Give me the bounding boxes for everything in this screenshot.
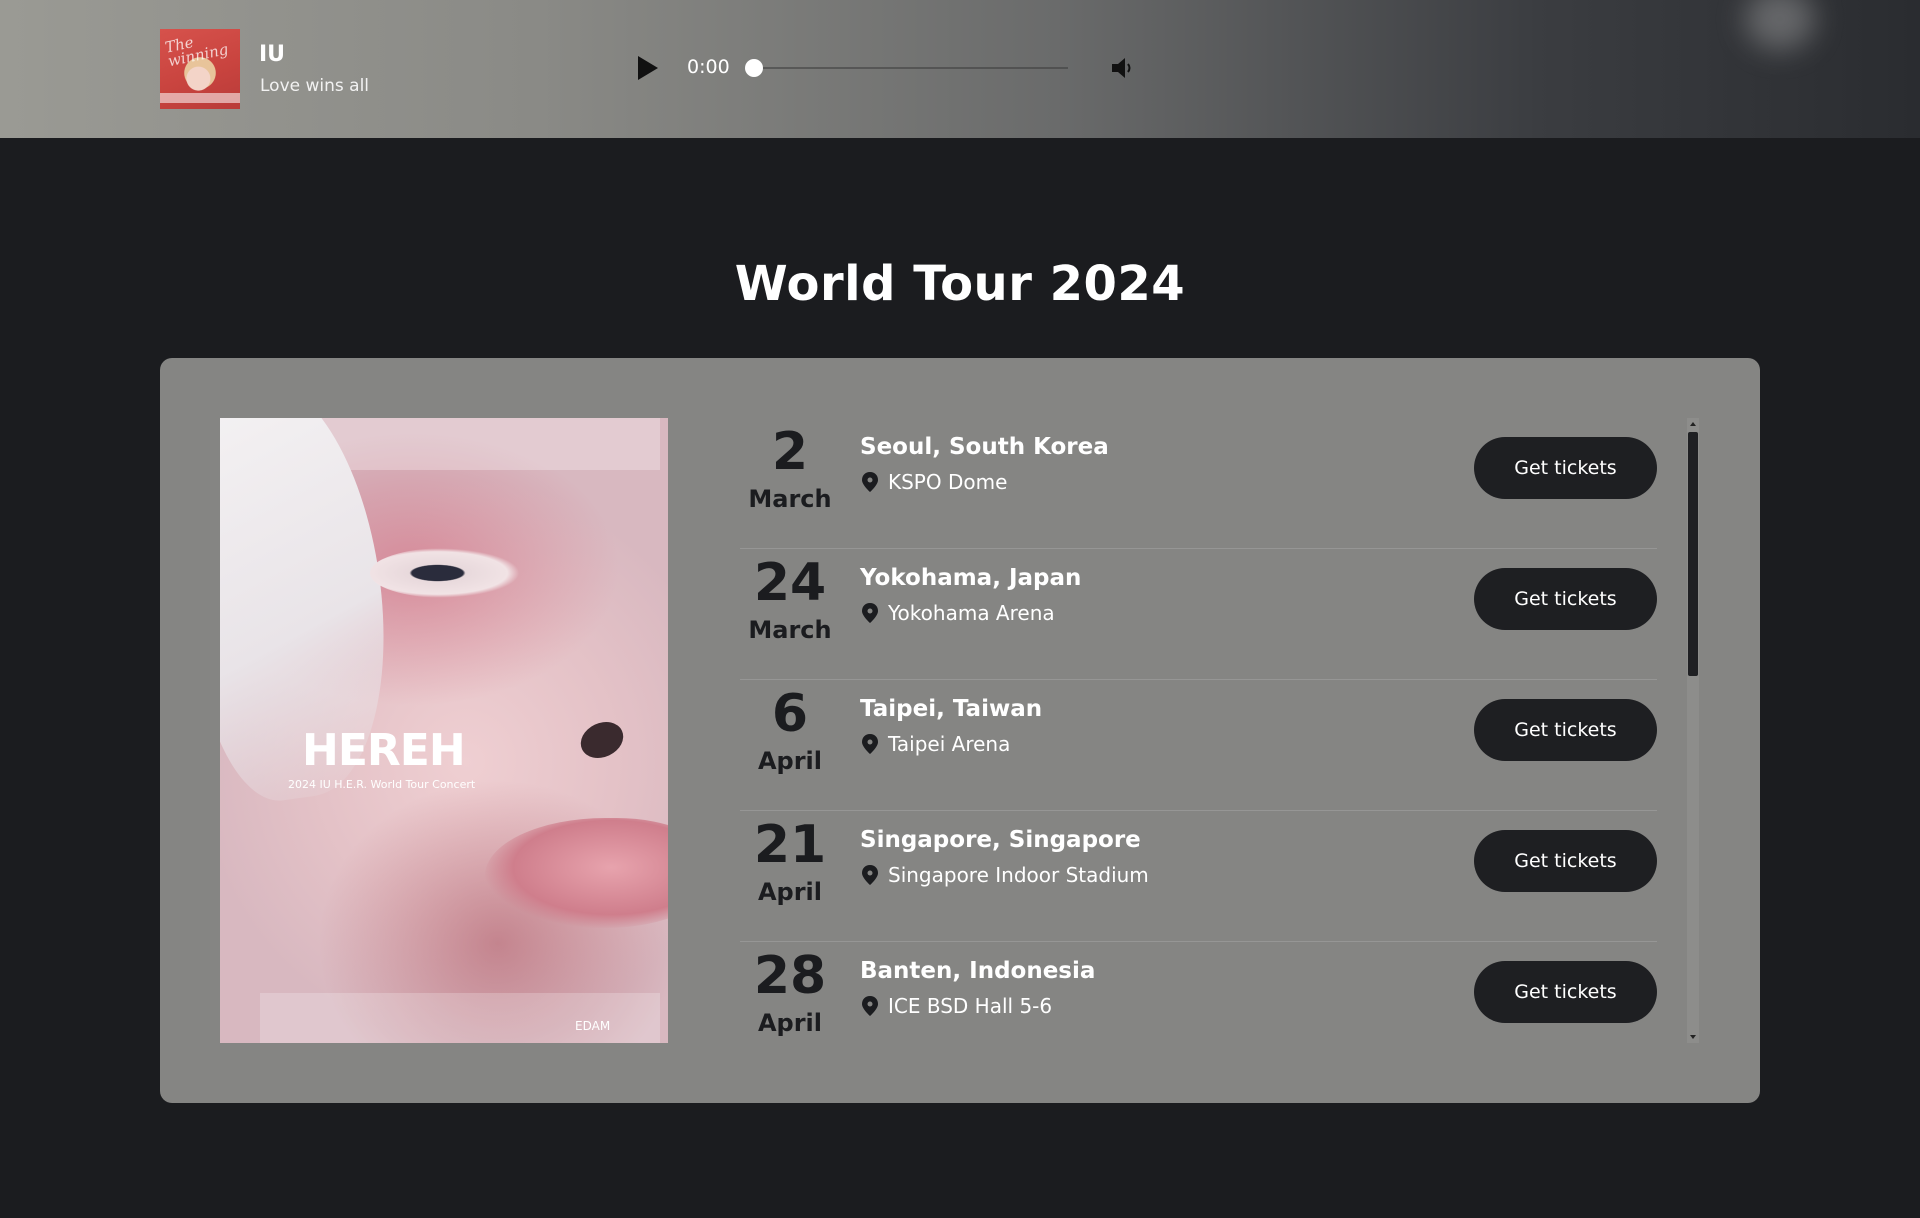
track-subtitle: Love wins all bbox=[260, 76, 370, 96]
tour-date-row: 28 April Banten, Indonesia ICE BSD Hall … bbox=[740, 942, 1657, 1043]
tour-venue-name: KSPO Dome bbox=[888, 470, 1008, 494]
poster-title: HEREH bbox=[302, 725, 466, 776]
audio-player-bar: The winning IU Love wins all 0:00 bbox=[0, 0, 1920, 138]
tour-venue: Taipei Arena bbox=[860, 732, 1010, 756]
get-tickets-button[interactable]: Get tickets bbox=[1474, 699, 1657, 761]
tour-city: Seoul, South Korea bbox=[860, 434, 1109, 460]
tour-date-month: April bbox=[757, 747, 823, 775]
tour-venue: Singapore Indoor Stadium bbox=[860, 863, 1149, 887]
tour-dates-list[interactable]: 2 March Seoul, South Korea KSPO Dome Get… bbox=[740, 418, 1657, 1043]
track-title: IU bbox=[259, 42, 286, 67]
scroll-down-arrow-icon[interactable] bbox=[1690, 1035, 1696, 1039]
volume-icon bbox=[1112, 58, 1131, 78]
tour-date-row: 24 March Yokohama, Japan Yokohama Arena … bbox=[740, 549, 1657, 680]
tour-venue-name: Yokohama Arena bbox=[888, 601, 1055, 625]
poster-top-band bbox=[300, 418, 660, 470]
tour-date-month: March bbox=[748, 485, 832, 513]
scroll-up-arrow-icon[interactable] bbox=[1690, 422, 1696, 426]
get-tickets-button[interactable]: Get tickets bbox=[1474, 830, 1657, 892]
page-title: World Tour 2024 bbox=[734, 256, 1186, 312]
tour-date-month: April bbox=[757, 878, 823, 906]
tour-city: Yokohama, Japan bbox=[860, 565, 1082, 591]
tour-date-row: 2 March Seoul, South Korea KSPO Dome Get… bbox=[740, 418, 1657, 549]
tour-date-day: 28 bbox=[753, 946, 827, 1006]
location-pin-icon bbox=[862, 734, 878, 754]
tour-list-scrollbar[interactable] bbox=[1687, 418, 1699, 1043]
scrollbar-thumb[interactable] bbox=[1688, 432, 1698, 676]
get-tickets-button[interactable]: Get tickets bbox=[1474, 568, 1657, 630]
poster-lips bbox=[485, 818, 668, 928]
tour-venue-name: Singapore Indoor Stadium bbox=[888, 863, 1149, 887]
background-glow bbox=[1745, 0, 1815, 50]
play-button[interactable] bbox=[635, 54, 661, 82]
album-cover-strip bbox=[160, 93, 240, 103]
location-pin-icon bbox=[862, 603, 878, 623]
tour-date-day: 2 bbox=[771, 422, 809, 482]
tour-date: 21 April bbox=[740, 813, 840, 907]
tour-date-row: 21 April Singapore, Singapore Singapore … bbox=[740, 811, 1657, 942]
tour-date-month: March bbox=[748, 616, 832, 644]
album-cover-script: The winning bbox=[163, 33, 230, 71]
tour-date-row: 6 April Taipei, Taiwan Taipei Arena Get … bbox=[740, 680, 1657, 811]
tour-card: HEREH 2024 IU H.E.R. World Tour Concert … bbox=[160, 358, 1760, 1103]
poster-eye bbox=[370, 548, 520, 598]
poster-nostril bbox=[574, 715, 630, 765]
tour-date-day: 21 bbox=[753, 815, 827, 875]
poster-subtitle: 2024 IU H.E.R. World Tour Concert bbox=[288, 778, 476, 791]
poster-bottom-band bbox=[260, 993, 660, 1043]
progress-knob[interactable] bbox=[745, 59, 763, 77]
tour-date: 6 April bbox=[740, 682, 840, 776]
tour-venue: ICE BSD Hall 5-6 bbox=[860, 994, 1052, 1018]
album-cover: The winning bbox=[160, 29, 240, 109]
tour-date-month: April bbox=[757, 1009, 823, 1037]
location-pin-icon bbox=[862, 865, 878, 885]
tour-date: 2 March bbox=[740, 420, 840, 514]
tour-date: 28 April bbox=[740, 944, 840, 1038]
tour-city: Taipei, Taiwan bbox=[860, 696, 1043, 722]
volume-button[interactable] bbox=[1110, 55, 1136, 81]
location-pin-icon bbox=[862, 472, 878, 492]
progress-track[interactable] bbox=[750, 67, 1068, 69]
location-pin-icon bbox=[862, 996, 878, 1016]
tour-poster: HEREH 2024 IU H.E.R. World Tour Concert … bbox=[220, 418, 668, 1043]
tour-city: Banten, Indonesia bbox=[860, 958, 1096, 984]
tour-date-day: 6 bbox=[771, 684, 809, 744]
current-time: 0:00 bbox=[687, 56, 730, 78]
tour-venue-name: ICE BSD Hall 5-6 bbox=[888, 994, 1053, 1018]
tour-venue: Yokohama Arena bbox=[860, 601, 1055, 625]
tour-venue: KSPO Dome bbox=[860, 470, 1007, 494]
poster-brand-logo: EDAM bbox=[575, 1019, 611, 1033]
tour-city: Singapore, Singapore bbox=[860, 827, 1141, 853]
get-tickets-button[interactable]: Get tickets bbox=[1474, 961, 1657, 1023]
tour-date-day: 24 bbox=[753, 553, 827, 613]
play-icon bbox=[638, 56, 658, 80]
tour-venue-name: Taipei Arena bbox=[888, 732, 1011, 756]
get-tickets-button[interactable]: Get tickets bbox=[1474, 437, 1657, 499]
tour-date: 24 March bbox=[740, 551, 840, 645]
